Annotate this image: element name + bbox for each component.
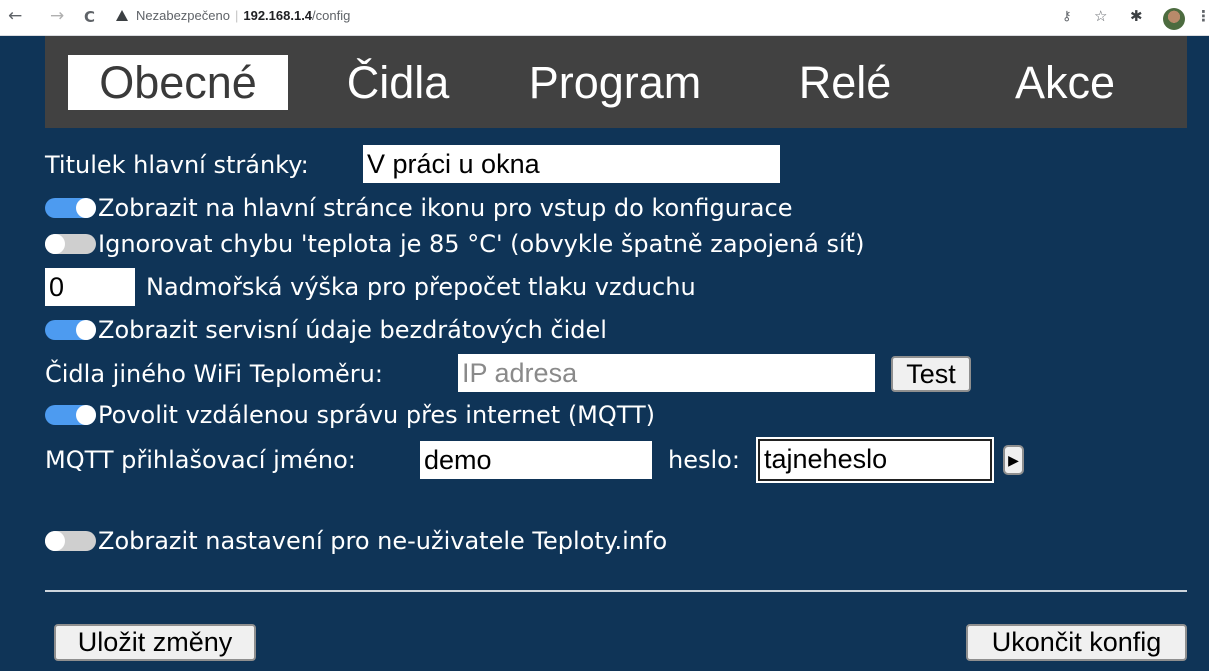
- tab-rele[interactable]: Relé: [775, 55, 915, 110]
- tab-bar: Obecné Čidla Program Relé Akce: [45, 36, 1187, 128]
- title-label: Titulek hlavní stránky:: [45, 151, 309, 179]
- divider: [45, 590, 1187, 592]
- save-changes-button[interactable]: Uložit změny: [54, 624, 256, 661]
- title-input[interactable]: V práci u okna: [363, 145, 780, 183]
- show-non-user-label: Zobrazit nastavení pro ne-uživatele Tepl…: [98, 527, 668, 555]
- ignore-85-label: Ignorovat chybu 'teplota je 85 °C' (obvy…: [98, 230, 865, 258]
- forward-icon[interactable]: →: [50, 6, 64, 26]
- mqtt-password-input[interactable]: tajneheslo: [756, 437, 994, 483]
- avatar[interactable]: [1163, 8, 1185, 30]
- play-icon: ▶: [1008, 452, 1019, 468]
- mqtt-user-input[interactable]: demo: [420, 441, 652, 479]
- show-config-icon-label: Zobrazit na hlavní stránce ikonu pro vst…: [98, 194, 793, 222]
- toggle-knob: [45, 234, 65, 254]
- address-path: /config: [312, 8, 351, 23]
- tab-cidla[interactable]: Čidla: [333, 55, 463, 110]
- test-button[interactable]: Test: [891, 356, 971, 392]
- show-non-user-toggle[interactable]: [45, 531, 96, 551]
- menu-icon[interactable]: ⋮: [1196, 7, 1209, 25]
- tab-program[interactable]: Program: [515, 55, 715, 110]
- tab-obecne[interactable]: Obecné: [68, 55, 288, 110]
- altitude-input[interactable]: 0: [45, 268, 135, 306]
- address-separator: |: [234, 8, 239, 23]
- back-icon[interactable]: ←: [8, 6, 22, 26]
- browser-toolbar: ← → C Nezabezpečeno | 192.168.1.4/config ⚷…: [0, 0, 1209, 36]
- allow-mqtt-label: Povolit vzdálenou správu přes internet (…: [98, 401, 656, 429]
- address-bar[interactable]: Nezabezpečeno | 192.168.1.4/config: [112, 8, 350, 28]
- show-password-button[interactable]: ▶: [1003, 445, 1024, 475]
- star-icon[interactable]: ☆: [1094, 7, 1107, 25]
- security-label: Nezabezpečeno: [136, 8, 230, 23]
- toggle-knob: [76, 405, 96, 425]
- toggle-knob: [45, 531, 65, 551]
- toggle-knob: [76, 320, 96, 340]
- show-service-toggle[interactable]: [45, 320, 96, 340]
- other-wifi-label: Čidla jiného WiFi Teploměru:: [45, 360, 383, 388]
- reload-icon[interactable]: C: [84, 8, 95, 26]
- ip-address-input[interactable]: IP adresa: [458, 354, 875, 392]
- tab-akce[interactable]: Akce: [985, 55, 1145, 110]
- show-service-label: Zobrazit servisní údaje bezdrátových čid…: [98, 316, 607, 344]
- altitude-label: Nadmořská výška pro přepočet tlaku vzduc…: [146, 273, 696, 301]
- key-icon[interactable]: ⚷: [1062, 9, 1072, 24]
- mqtt-user-label: MQTT přihlašovací jméno:: [45, 446, 356, 474]
- warning-icon: [116, 10, 128, 21]
- toggle-knob: [76, 198, 96, 218]
- allow-mqtt-toggle[interactable]: [45, 405, 96, 425]
- address-host: 192.168.1.4: [243, 8, 313, 23]
- puzzle-icon[interactable]: ✱: [1130, 7, 1143, 25]
- mqtt-pass-label: heslo:: [668, 446, 740, 474]
- exit-config-button[interactable]: Ukončit konfig: [966, 624, 1187, 661]
- show-config-icon-toggle[interactable]: [45, 198, 96, 218]
- ignore-85-toggle[interactable]: [45, 234, 96, 254]
